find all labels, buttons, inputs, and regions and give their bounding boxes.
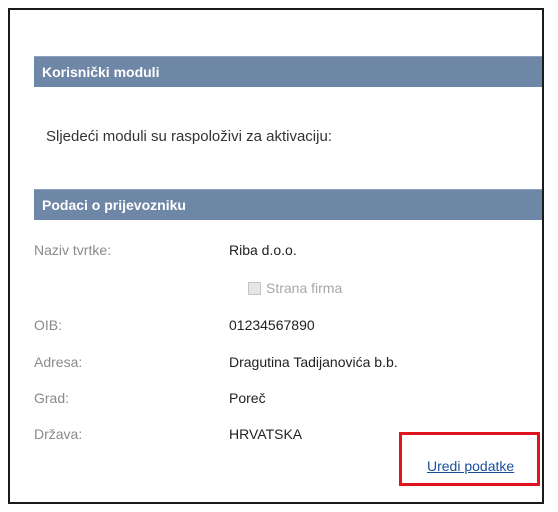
address-value: Dragutina Tadijanovića b.b. bbox=[229, 354, 398, 370]
country-value: HRVATSKA bbox=[229, 426, 303, 442]
oib-label: OIB: bbox=[34, 317, 63, 333]
page-frame: Korisnički moduli Sljedeći moduli su ras… bbox=[8, 8, 544, 504]
oib-value: 01234567890 bbox=[229, 317, 315, 333]
carrier-section-header: Podaci o prijevozniku bbox=[34, 189, 542, 220]
edit-data-link[interactable]: Uredi podatke bbox=[427, 458, 514, 474]
city-label: Grad: bbox=[34, 390, 70, 406]
foreign-company-option: Strana firma bbox=[248, 280, 342, 296]
country-label: Država: bbox=[34, 426, 83, 442]
company-name-value: Riba d.o.o. bbox=[229, 242, 297, 258]
modules-intro-text: Sljedeći moduli su raspoloživi za aktiva… bbox=[46, 128, 332, 145]
address-label: Adresa: bbox=[34, 354, 83, 370]
modules-section-header: Korisnički moduli bbox=[34, 56, 542, 87]
foreign-company-label: Strana firma bbox=[266, 280, 343, 296]
company-name-label: Naziv tvrtke: bbox=[34, 242, 112, 258]
foreign-company-checkbox bbox=[248, 281, 261, 295]
city-value: Poreč bbox=[229, 390, 266, 406]
